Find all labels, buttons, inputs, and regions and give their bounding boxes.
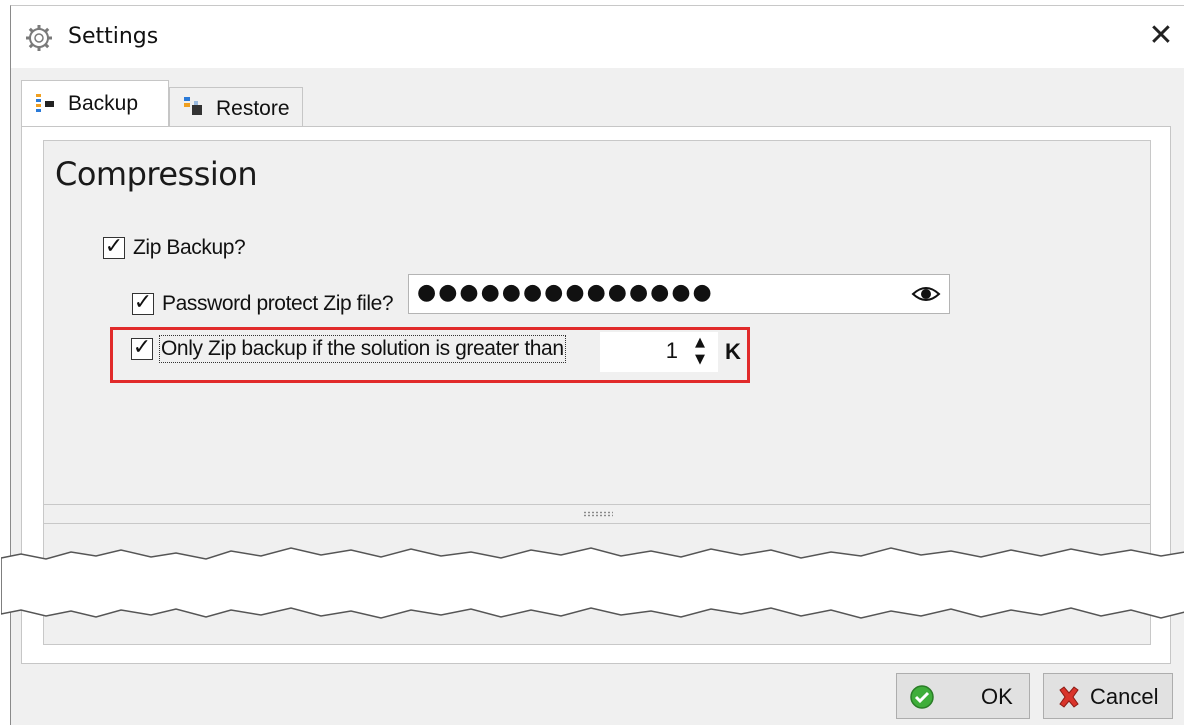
password-input[interactable]: ●●●●●●●●●●●●●● [408,274,950,314]
settings-window: Settings ✕ Backup Restore Compression ✓ … [1,5,1184,725]
eye-icon[interactable] [911,282,941,306]
size-threshold-value: 1 [665,338,678,363]
checkmark-circle-icon [910,685,934,709]
zip-backup-label: Zip Backup? [133,236,246,259]
tab-restore-label: Restore [216,97,290,120]
size-threshold-spinner[interactable]: 1 ▲ ▼ [600,332,718,372]
red-x-icon [1059,686,1079,708]
only-zip-if-greater-checkbox[interactable]: ✓ [131,337,153,360]
only-zip-if-greater-label: Only Zip backup if the solution is great… [159,335,566,363]
password-value: ●●●●●●●●●●●●●● [417,280,714,305]
torn-edge-graphic [1,547,1184,619]
spin-down-icon[interactable]: ▼ [690,352,710,368]
compression-group: Compression ✓ Zip Backup? ✓ Password pro… [43,140,1151,505]
gear-icon [24,23,54,53]
size-unit-label: K [725,339,741,364]
compression-heading: Compression [55,155,258,193]
cancel-button-label: Cancel [1090,684,1159,709]
restore-icon [184,97,202,115]
ok-button-label: OK [981,684,1013,709]
backup-icon [36,94,54,112]
zip-backup-checkbox[interactable]: ✓ [103,236,125,259]
cancel-button[interactable]: Cancel [1043,673,1173,719]
tab-backup-label: Backup [68,92,139,115]
password-protect-label: Password protect Zip file? [162,292,394,315]
password-protect-checkbox[interactable]: ✓ [132,292,154,315]
close-button[interactable]: ✕ [1143,18,1179,54]
ok-button[interactable]: OK [896,673,1030,719]
window-title: Settings [68,24,159,49]
tab-backup[interactable]: Backup [21,80,169,126]
title-bar: Settings ✕ [11,6,1184,68]
spin-up-icon[interactable]: ▲ [690,335,710,351]
splitter-grip-icon [583,511,613,517]
splitter-handle[interactable] [43,505,1151,523]
tab-restore[interactable]: Restore [169,87,303,126]
